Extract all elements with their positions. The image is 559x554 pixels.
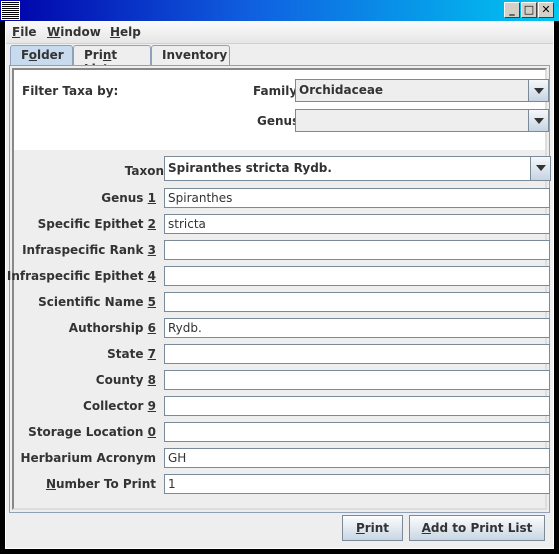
field-label: Genus 1 bbox=[101, 191, 156, 205]
system-menu-icon[interactable] bbox=[1, 1, 20, 20]
field-input[interactable] bbox=[164, 344, 550, 364]
menu-help[interactable]: Help bbox=[110, 25, 141, 39]
field-input[interactable]: 1 bbox=[164, 474, 550, 494]
filter-panel: Filter Taxa by: Family Orchidaceae Genus bbox=[14, 70, 549, 150]
field-input[interactable] bbox=[164, 422, 550, 442]
genus-combo[interactable] bbox=[295, 109, 549, 132]
field-label: County 8 bbox=[95, 373, 156, 387]
field-input[interactable]: stricta bbox=[164, 214, 550, 234]
family-combo[interactable]: Orchidaceae bbox=[295, 79, 549, 102]
field-label: Number To Print bbox=[45, 477, 156, 491]
tab-inventory[interactable]: Inventory bbox=[151, 45, 230, 65]
field-input[interactable]: Spiranthes bbox=[164, 188, 550, 208]
taxon-combo[interactable]: Spiranthes stricta Rydb. bbox=[164, 156, 551, 181]
field-label: Scientific Name 5 bbox=[38, 295, 156, 309]
chevron-down-icon[interactable] bbox=[528, 110, 548, 131]
field-label: State 7 bbox=[107, 347, 156, 361]
field-input[interactable]: GH bbox=[164, 448, 550, 468]
field-input[interactable] bbox=[164, 240, 550, 260]
family-label: Family bbox=[253, 84, 298, 98]
field-label: Storage Location 0 bbox=[28, 425, 156, 439]
filter-title: Filter Taxa by: bbox=[22, 84, 119, 98]
field-input[interactable] bbox=[164, 396, 550, 416]
field-label: Herbarium Acronym bbox=[20, 451, 156, 465]
tab-print-list[interactable]: Print List bbox=[73, 45, 151, 76]
minimize-button[interactable]: _ bbox=[504, 2, 520, 18]
field-label: Infraspecific Rank 3 bbox=[22, 243, 156, 257]
field-input[interactable] bbox=[164, 370, 550, 390]
menu-bar: File Window Help bbox=[6, 22, 553, 44]
main-window: File Window Help Folder Print List Inven… bbox=[5, 21, 554, 549]
field-label: Authorship 6 bbox=[68, 321, 156, 335]
maximize-button[interactable]: □ bbox=[521, 2, 537, 18]
chevron-down-icon[interactable] bbox=[528, 80, 548, 101]
title-bar[interactable] bbox=[0, 0, 559, 21]
print-button[interactable]: Print bbox=[342, 515, 403, 541]
menu-file[interactable]: File bbox=[12, 25, 37, 39]
tab-folder[interactable]: Folder bbox=[10, 45, 73, 66]
genus-filter-label: Genus bbox=[257, 114, 300, 128]
add-to-print-list-button[interactable]: Add to Print List bbox=[409, 515, 545, 541]
chevron-down-icon[interactable] bbox=[530, 157, 550, 180]
field-label: Collector 9 bbox=[83, 399, 156, 413]
field-input[interactable] bbox=[164, 292, 550, 312]
field-label: Infraspecific Epithet 4 bbox=[6, 269, 156, 283]
folder-panel: Filter Taxa by: Family Orchidaceae Genus… bbox=[6, 65, 551, 513]
field-label: Specific Epithet 2 bbox=[37, 217, 156, 231]
close-button[interactable]: ✕ bbox=[538, 2, 554, 18]
menu-window[interactable]: Window bbox=[47, 25, 101, 39]
taxon-label: Taxon bbox=[124, 164, 164, 178]
field-input[interactable] bbox=[164, 266, 550, 286]
field-input[interactable]: Rydb. bbox=[164, 318, 550, 338]
